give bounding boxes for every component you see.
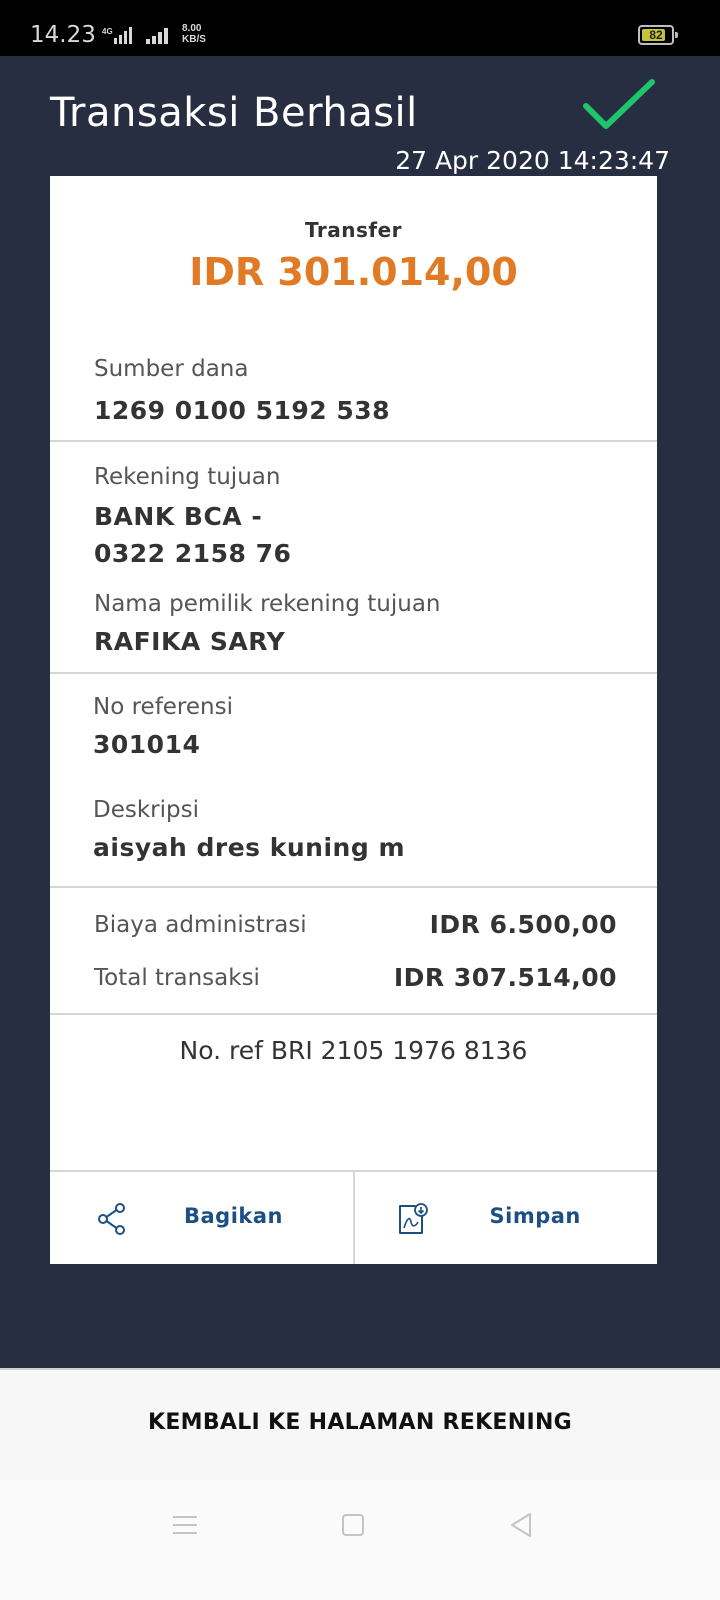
status-bar: 14.23 4G 8.00 KB/S 82 xyxy=(0,0,720,56)
source-section: Sumber dana 1269 0100 5192 538 xyxy=(50,356,657,429)
share-icon xyxy=(98,1203,125,1235)
total-value: IDR 307.514,00 xyxy=(393,963,617,992)
destination-account: 0322 2158 76 xyxy=(94,539,292,568)
back-to-account-button[interactable]: KEMBALI KE HALAMAN REKENING xyxy=(0,1410,720,1435)
divider xyxy=(50,440,657,442)
back-bar: KEMBALI KE HALAMAN REKENING xyxy=(0,1368,720,1480)
description-label: Deskripsi xyxy=(93,797,199,823)
destination-section: Rekening tujuan BANK BCA - 0322 2158 76 … xyxy=(50,464,657,660)
destination-label: Rekening tujuan xyxy=(94,464,281,490)
save-button[interactable]: Simpan xyxy=(352,1172,658,1264)
owner-label: Nama pemilik rekening tujuan xyxy=(94,591,441,617)
network-4g-icon: 4G xyxy=(102,27,132,44)
menu-icon[interactable] xyxy=(170,1510,200,1540)
bri-reference: No. ref BRI 2105 1976 8136 xyxy=(179,1036,528,1065)
battery-level: 82 xyxy=(649,28,663,42)
total-row: Total transaksi IDR 307.514,00 xyxy=(94,959,617,996)
receipt-actions: Bagikan Simpan xyxy=(50,1170,657,1264)
network-type-label: 4G xyxy=(102,27,113,36)
admin-fee-row: Biaya administrasi IDR 6.500,00 xyxy=(94,906,617,943)
save-pdf-icon xyxy=(398,1203,428,1234)
source-account: 1269 0100 5192 538 xyxy=(94,396,391,425)
save-label: Simpan xyxy=(489,1204,581,1228)
network-speed-value: 8.00 xyxy=(182,23,202,34)
transaction-amount: IDR 301.014,00 xyxy=(189,250,518,294)
total-label: Total transaksi xyxy=(94,964,260,991)
battery-icon: 82 xyxy=(638,25,678,45)
owner-name: RAFIKA SARY xyxy=(94,627,286,656)
admin-fee-value: IDR 6.500,00 xyxy=(429,910,617,939)
divider xyxy=(50,672,657,674)
share-button[interactable]: Bagikan xyxy=(50,1172,353,1264)
status-time: 14.23 xyxy=(30,22,96,48)
battery-cap xyxy=(675,32,678,38)
signal-icon xyxy=(146,28,168,44)
transaction-type: Transfer xyxy=(304,218,403,242)
home-icon[interactable] xyxy=(338,1510,368,1540)
network-speed: 8.00 KB/S xyxy=(182,23,206,45)
divider xyxy=(50,1013,657,1015)
share-label: Bagikan xyxy=(184,1204,283,1228)
page-title: Transaksi Berhasil xyxy=(50,90,418,136)
reference-value: 301014 xyxy=(93,730,201,759)
transaction-datetime: 27 Apr 2020 14:23:47 xyxy=(395,146,670,175)
divider xyxy=(50,886,657,888)
reference-label: No referensi xyxy=(93,694,233,720)
description-value: aisyah dres kuning m xyxy=(93,833,405,862)
network-speed-unit: KB/S xyxy=(182,34,206,45)
admin-fee-label: Biaya administrasi xyxy=(94,911,307,938)
navigation-bar xyxy=(0,1480,720,1600)
reference-section: No referensi 301014 Deskripsi aisyah dre… xyxy=(50,694,657,866)
check-icon xyxy=(583,79,655,129)
destination-bank: BANK BCA - xyxy=(94,502,263,531)
source-label: Sumber dana xyxy=(94,356,249,382)
back-icon[interactable] xyxy=(506,1510,536,1540)
receipt-card: Transfer IDR 301.014,00 Sumber dana 1269… xyxy=(50,176,657,1264)
